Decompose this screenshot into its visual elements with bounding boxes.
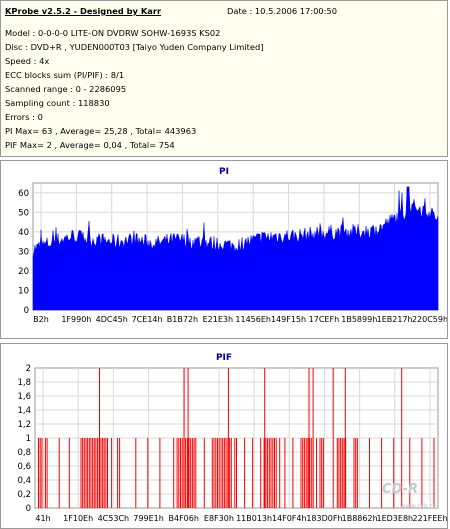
pi-x-tick-label: 1B5899h <box>341 315 377 324</box>
pi-x-tick-label: 4DC45h <box>96 315 128 324</box>
pi-y-tick-label: 40 <box>18 228 29 238</box>
cdr-watermark-url: www.cdr.cz <box>400 502 437 510</box>
info-pi-summary: PI Max= 63 , Average= 25,28 , Total= 443… <box>5 126 197 136</box>
info-disc: Disc : DVD+R , YUDEN000T03 [Taiyo Yuden … <box>5 42 264 52</box>
pif-chart-panel: PIF 0 0,2 0,4 0,6 0,8 1 1,2 1,4 1,6 1,8 2 41h 1F10Eh… <box>0 343 448 529</box>
pi-x-tick-label: 17CEFh <box>309 315 340 324</box>
pif-chart: 0 0,2 0,4 0,6 0,8 1 1,2 1,4 1,6 1,8 2 41h 1F10Eh 4C53… <box>17 364 447 523</box>
pif-y-tick-label: 1,2 <box>17 420 31 430</box>
info-scanned-range: Scanned range : 0 - 2286095 <box>5 84 127 94</box>
pif-x-tick-label: 183D0Fh <box>306 514 342 523</box>
info-speed: Speed : 4x <box>5 56 50 66</box>
scan-date: Date : 10.5.2006 17:00:50 <box>227 6 338 16</box>
pif-y-tick-label: 1,4 <box>17 406 31 416</box>
pif-x-tick-label: 4C53Ch <box>98 514 130 523</box>
disc-info-panel: KProbe v2.5.2 - Designed by Karr Date : … <box>0 0 448 157</box>
pi-x-tick-label: E21E3h <box>203 315 233 324</box>
pif-y-tick-label: 1 <box>26 434 31 444</box>
pif-x-tick-label: 1F10Eh <box>63 514 93 523</box>
info-model: Model : 0-0-0-0 LITE-ON DVDRW SOHW-1693S… <box>5 28 221 38</box>
pi-x-tick-label: B2h <box>33 315 49 324</box>
info-pif-summary: PIF Max= 2 , Average= 0,04 , Total= 754 <box>5 140 175 150</box>
pif-x-tick-label: B4F06h <box>169 514 199 523</box>
pi-x-tick-label: 220C59h <box>412 315 447 324</box>
pi-x-tick-label: 149F15h <box>271 315 306 324</box>
pi-y-tick-label: 0 <box>24 306 29 316</box>
pif-y-tick-label: 2 <box>26 364 31 374</box>
pif-x-tick-label: 41h <box>35 514 50 523</box>
info-errors: Errors : 0 <box>5 112 43 122</box>
pi-x-tick-label: 1F990h <box>61 315 91 324</box>
cdr-watermark-logo: CD-R <box>382 482 418 497</box>
pif-x-tick-label: 1B8862h <box>342 514 378 523</box>
pi-chart: 0 10 20 30 40 50 60 B2h 1F990h 4DC45h 7CE14h B1B72h… <box>18 182 447 324</box>
pi-y-tick-label: 60 <box>18 189 29 199</box>
pif-y-tick-label: 0,8 <box>17 448 31 458</box>
pi-chart-panel: PI 0 10 20 30 40 50 60 B2h 1F990h 4DC45h 7CE14h B1B… <box>0 160 448 339</box>
pif-x-tick-label: E8F30h <box>204 514 234 523</box>
pif-y-tick-label: 0,4 <box>17 476 31 486</box>
pif-x-tick-label: 1ED3E8h <box>377 514 414 523</box>
pi-x-tick-label: B1B72h <box>167 315 198 324</box>
pi-x-tick-label: 11456Eh <box>235 315 271 324</box>
pif-x-tick-label: 11B013h <box>236 514 272 523</box>
pi-y-tick-label: 20 <box>18 267 29 277</box>
pi-y-tick-label: 50 <box>18 208 29 218</box>
pi-y-tick-label: 30 <box>18 247 29 257</box>
info-ecc: ECC blocks sum (PI/PIF) : 8/1 <box>5 70 125 80</box>
pi-y-tick-label: 10 <box>18 286 29 296</box>
pif-x-tick-label: 221FEEh <box>412 514 447 523</box>
pif-x-tick-label: 14F0F4h <box>272 514 307 523</box>
pi-x-tick-label: 1EB217h <box>377 315 413 324</box>
info-sampling-count: Sampling count : 118830 <box>5 98 110 108</box>
pif-y-tick-label: 0,2 <box>17 490 31 500</box>
pif-y-tick-label: 0 <box>26 504 31 514</box>
pi-x-tick-label: 7CE14h <box>132 315 163 324</box>
pif-y-tick-label: 1,8 <box>17 378 31 388</box>
pif-y-tick-label: 0,6 <box>17 462 31 472</box>
pif-y-tick-label: 1,6 <box>17 392 31 402</box>
app-title: KProbe v2.5.2 - Designed by Karr <box>5 6 162 16</box>
pif-x-tick-label: 799E1h <box>133 514 163 523</box>
